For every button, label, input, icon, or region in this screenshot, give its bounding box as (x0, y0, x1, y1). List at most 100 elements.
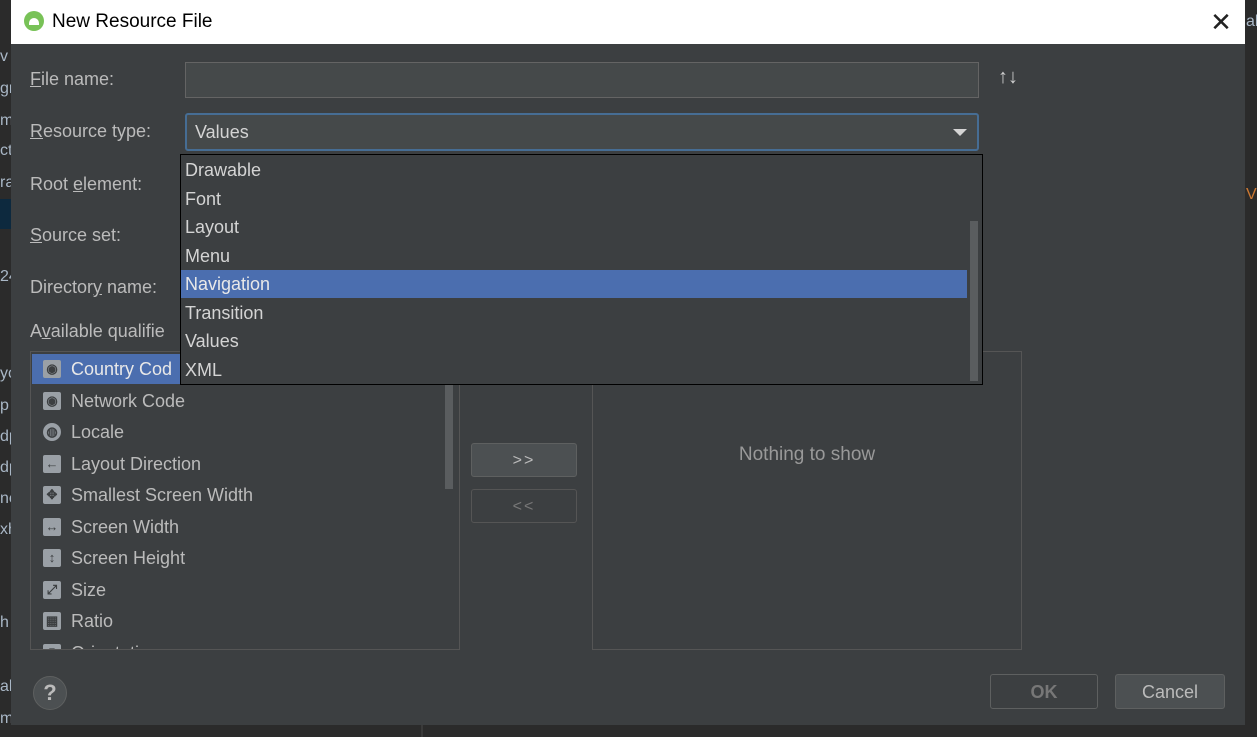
resource-type-option-xml[interactable]: XML (181, 356, 967, 384)
qualifier-label: Size (71, 579, 107, 600)
background-left-fragment: yo (0, 365, 11, 382)
background-left-fragment: ct (0, 142, 11, 159)
background-left-fragment: gr (0, 80, 11, 97)
resource-type-combobox[interactable]: Values (185, 113, 979, 151)
background-left-fragment: dp (0, 459, 11, 476)
background-left-fragment: p (0, 397, 9, 414)
background-left-fragment: nc (0, 490, 11, 507)
qualifier-label: Country Cod (71, 359, 173, 379)
dropdown-arrow-icon[interactable] (953, 129, 967, 136)
qualifier-label: Ratio (71, 611, 114, 631)
qualifier-item[interactable]: ↔ Screen Width (32, 512, 458, 542)
resource-type-value: Values (195, 122, 249, 142)
root-element-label-pre: Root (30, 174, 74, 194)
available-qualifiers-label-pre: A (30, 321, 42, 341)
sort-icon[interactable]: ↑↓ (998, 66, 1018, 89)
root-element-label: Root element: (30, 174, 142, 195)
resource-type-mnemonic: R (30, 121, 43, 141)
available-qualifiers-label: Available qualifie (30, 321, 165, 342)
qualifier-item[interactable]: ⤢ Size (32, 575, 458, 605)
resource-type-option-navigation[interactable]: Navigation (181, 270, 967, 298)
source-set-label-text: ource set: (42, 225, 122, 245)
help-button[interactable]: ? (33, 676, 67, 710)
available-qualifiers-mnemonic: v (41, 321, 51, 341)
resource-type-option-font[interactable]: Font (181, 185, 967, 213)
root-element-mnemonic: e (73, 174, 84, 194)
close-icon[interactable]: ✕ (1207, 8, 1235, 36)
qualifier-item[interactable]: ← Layout Direction (32, 449, 458, 479)
sim-globe-icon: ◉ (43, 360, 61, 378)
qualifier-label: Smallest Screen Width (71, 485, 254, 505)
chosen-qualifiers-panel: Nothing to show (592, 351, 1022, 650)
background-editor-bottom (11, 725, 1245, 737)
dropdown-scrollbar-thumb[interactable] (970, 221, 978, 381)
directory-name-label: Directory name: (30, 277, 157, 298)
arrow-left-icon: ← (43, 454, 61, 473)
qualifier-label: Network Code (71, 390, 186, 411)
expand-arrows-icon: ✥ (43, 486, 61, 504)
qualifier-label: Locale (71, 422, 125, 442)
background-left-fragment: al (0, 678, 11, 695)
ok-button[interactable]: OK (990, 674, 1098, 709)
globe-icon: ◍ (43, 423, 61, 441)
qualifier-label: Layout Direction (71, 453, 202, 474)
diagonal-resize-icon: ⤢ (43, 580, 61, 599)
directory-name-label-pre: Director (30, 277, 94, 297)
add-qualifier-button[interactable]: >> (471, 443, 577, 477)
empty-state-text: Nothing to show (738, 444, 876, 465)
directory-name-mnemonic: y (93, 277, 103, 297)
qualifier-label: Screen Width (71, 516, 180, 537)
horizontal-arrows-icon: ↔ (43, 517, 61, 536)
remove-qualifier-button[interactable]: << (471, 489, 577, 523)
available-qualifiers-list[interactable]: ▯ Orientation ▦ Ratio ⤢ Size ↕ Screen Height ↔ Sc… (30, 351, 460, 650)
background-left-fragment: m (0, 112, 11, 129)
background-right-fragment: al (1246, 13, 1257, 30)
resource-type-option-layout[interactable]: Layout (181, 213, 967, 241)
title-bar: New Resource File ✕ (11, 0, 1245, 44)
file-name-label: File name: (30, 69, 114, 90)
resource-type-option-drawable[interactable]: Drawable (181, 156, 967, 184)
source-set-label: Source set: (30, 225, 121, 246)
file-name-label-text: ile name: (41, 69, 115, 89)
resource-type-option-values[interactable]: Values (181, 327, 967, 355)
sim-network-icon: ◉ (43, 391, 61, 410)
background-left-fragment: ra (0, 174, 11, 191)
background-editor-right (1245, 0, 1257, 737)
resource-type-dropdown-list[interactable]: XML Values Transition Navigation Menu Layout F… (180, 154, 983, 385)
qualifier-item[interactable]: ✥ Smallest Screen Width (32, 480, 458, 510)
background-left-fragment: xh (0, 521, 11, 538)
background-left-fragment: v (0, 48, 8, 65)
qualifier-item[interactable]: ▦ Ratio (32, 606, 458, 636)
file-name-mnemonic: F (30, 69, 41, 89)
vertical-arrows-icon: ↕ (43, 549, 61, 567)
background-right-fragment: V (1246, 186, 1257, 203)
resource-type-label-text: esource type: (43, 121, 152, 141)
dialog-title: New Resource File (52, 11, 213, 32)
resource-type-label: Resource type: (30, 121, 151, 142)
qualifier-label: Screen Height (71, 548, 186, 568)
qualifiers-scrollbar[interactable] (445, 371, 453, 489)
directory-name-label-text: name: (102, 277, 158, 297)
ratio-icon: ▦ (43, 612, 61, 630)
file-name-input[interactable] (185, 62, 979, 98)
background-divider (421, 725, 423, 737)
cancel-button[interactable]: Cancel (1115, 674, 1225, 709)
resource-type-option-menu[interactable]: Menu (181, 242, 967, 270)
available-qualifiers-label-text: ailable qualifie (50, 321, 165, 341)
background-left-fragment: dp (0, 428, 11, 445)
background-left-fragment: m (0, 710, 11, 727)
source-set-mnemonic: S (30, 225, 43, 245)
qualifier-item[interactable]: ◍ Locale (32, 417, 458, 447)
qualifier-item[interactable]: ↕ Screen Height (32, 543, 458, 573)
root-element-label-text: lement: (83, 174, 143, 194)
orientation-icon: ▯ (43, 643, 61, 649)
qualifier-label: Orientation (71, 638, 159, 650)
background-left-fragment: 24 (0, 268, 11, 285)
qualifier-item[interactable]: ◉ Network Code (32, 386, 458, 416)
new-resource-file-dialog: New Resource File ✕ File name: ↑↓ Resour… (11, 0, 1245, 725)
background-selection (0, 199, 11, 229)
resource-type-option-transition[interactable]: Transition (181, 299, 967, 327)
android-studio-icon (24, 11, 44, 31)
qualifier-item[interactable]: ▯ Orientation (32, 638, 458, 650)
background-left-fragment: h (0, 614, 9, 631)
